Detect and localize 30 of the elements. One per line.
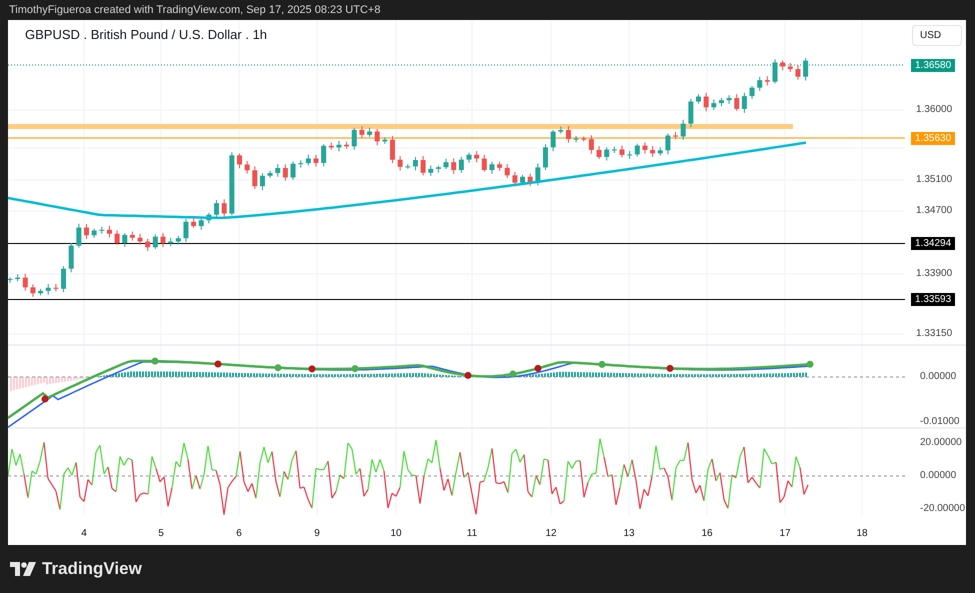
time-axis-label: 13 bbox=[623, 528, 635, 540]
price-marker: 1.34294 bbox=[911, 237, 955, 250]
time-axis-label: 5 bbox=[158, 528, 164, 540]
price-axis-label: 1.35100 bbox=[916, 174, 952, 186]
price-marker: 1.35630 bbox=[911, 132, 955, 145]
price-axis-label: 1.33900 bbox=[916, 268, 952, 280]
time-axis-label: 6 bbox=[236, 528, 242, 540]
macd-axis-label: -0.01000 bbox=[920, 416, 960, 428]
time-axis-label: 18 bbox=[856, 528, 868, 540]
time-axis-label: 17 bbox=[779, 528, 791, 540]
price-marker: 1.36580 bbox=[911, 59, 955, 72]
oscillator-axis-label: 20.00000 bbox=[920, 437, 962, 449]
price-axis-label: 1.36000 bbox=[916, 104, 952, 116]
logo-icon bbox=[10, 562, 36, 576]
oscillator-axis-label: 0.00000 bbox=[920, 470, 956, 482]
price-axis-label: 1.34700 bbox=[916, 205, 952, 217]
time-axis-label: 4 bbox=[81, 528, 87, 540]
price-marker: 1.33593 bbox=[911, 293, 955, 306]
time-axis-label: 11 bbox=[466, 528, 478, 540]
time-axis-label: 10 bbox=[390, 528, 402, 540]
header-text: TimothyFigueroa created with TradingView.com, Sep 17, 2025 08:23 UTC+8 bbox=[9, 2, 380, 18]
time-axis-label: 12 bbox=[545, 528, 557, 540]
oscillator-axis-label: -20.00000 bbox=[920, 503, 966, 515]
time-axis-label: 16 bbox=[701, 528, 713, 540]
currency-label: USD bbox=[912, 25, 962, 46]
macd-axis-label: 0.00000 bbox=[920, 371, 956, 383]
price-axis-label: 1.33150 bbox=[916, 328, 952, 340]
logo-text: TradingView bbox=[42, 558, 142, 580]
chart-title: GBPUSD . British Pound / U.S. Dollar . 1h bbox=[25, 26, 268, 44]
time-axis-label: 9 bbox=[314, 528, 320, 540]
